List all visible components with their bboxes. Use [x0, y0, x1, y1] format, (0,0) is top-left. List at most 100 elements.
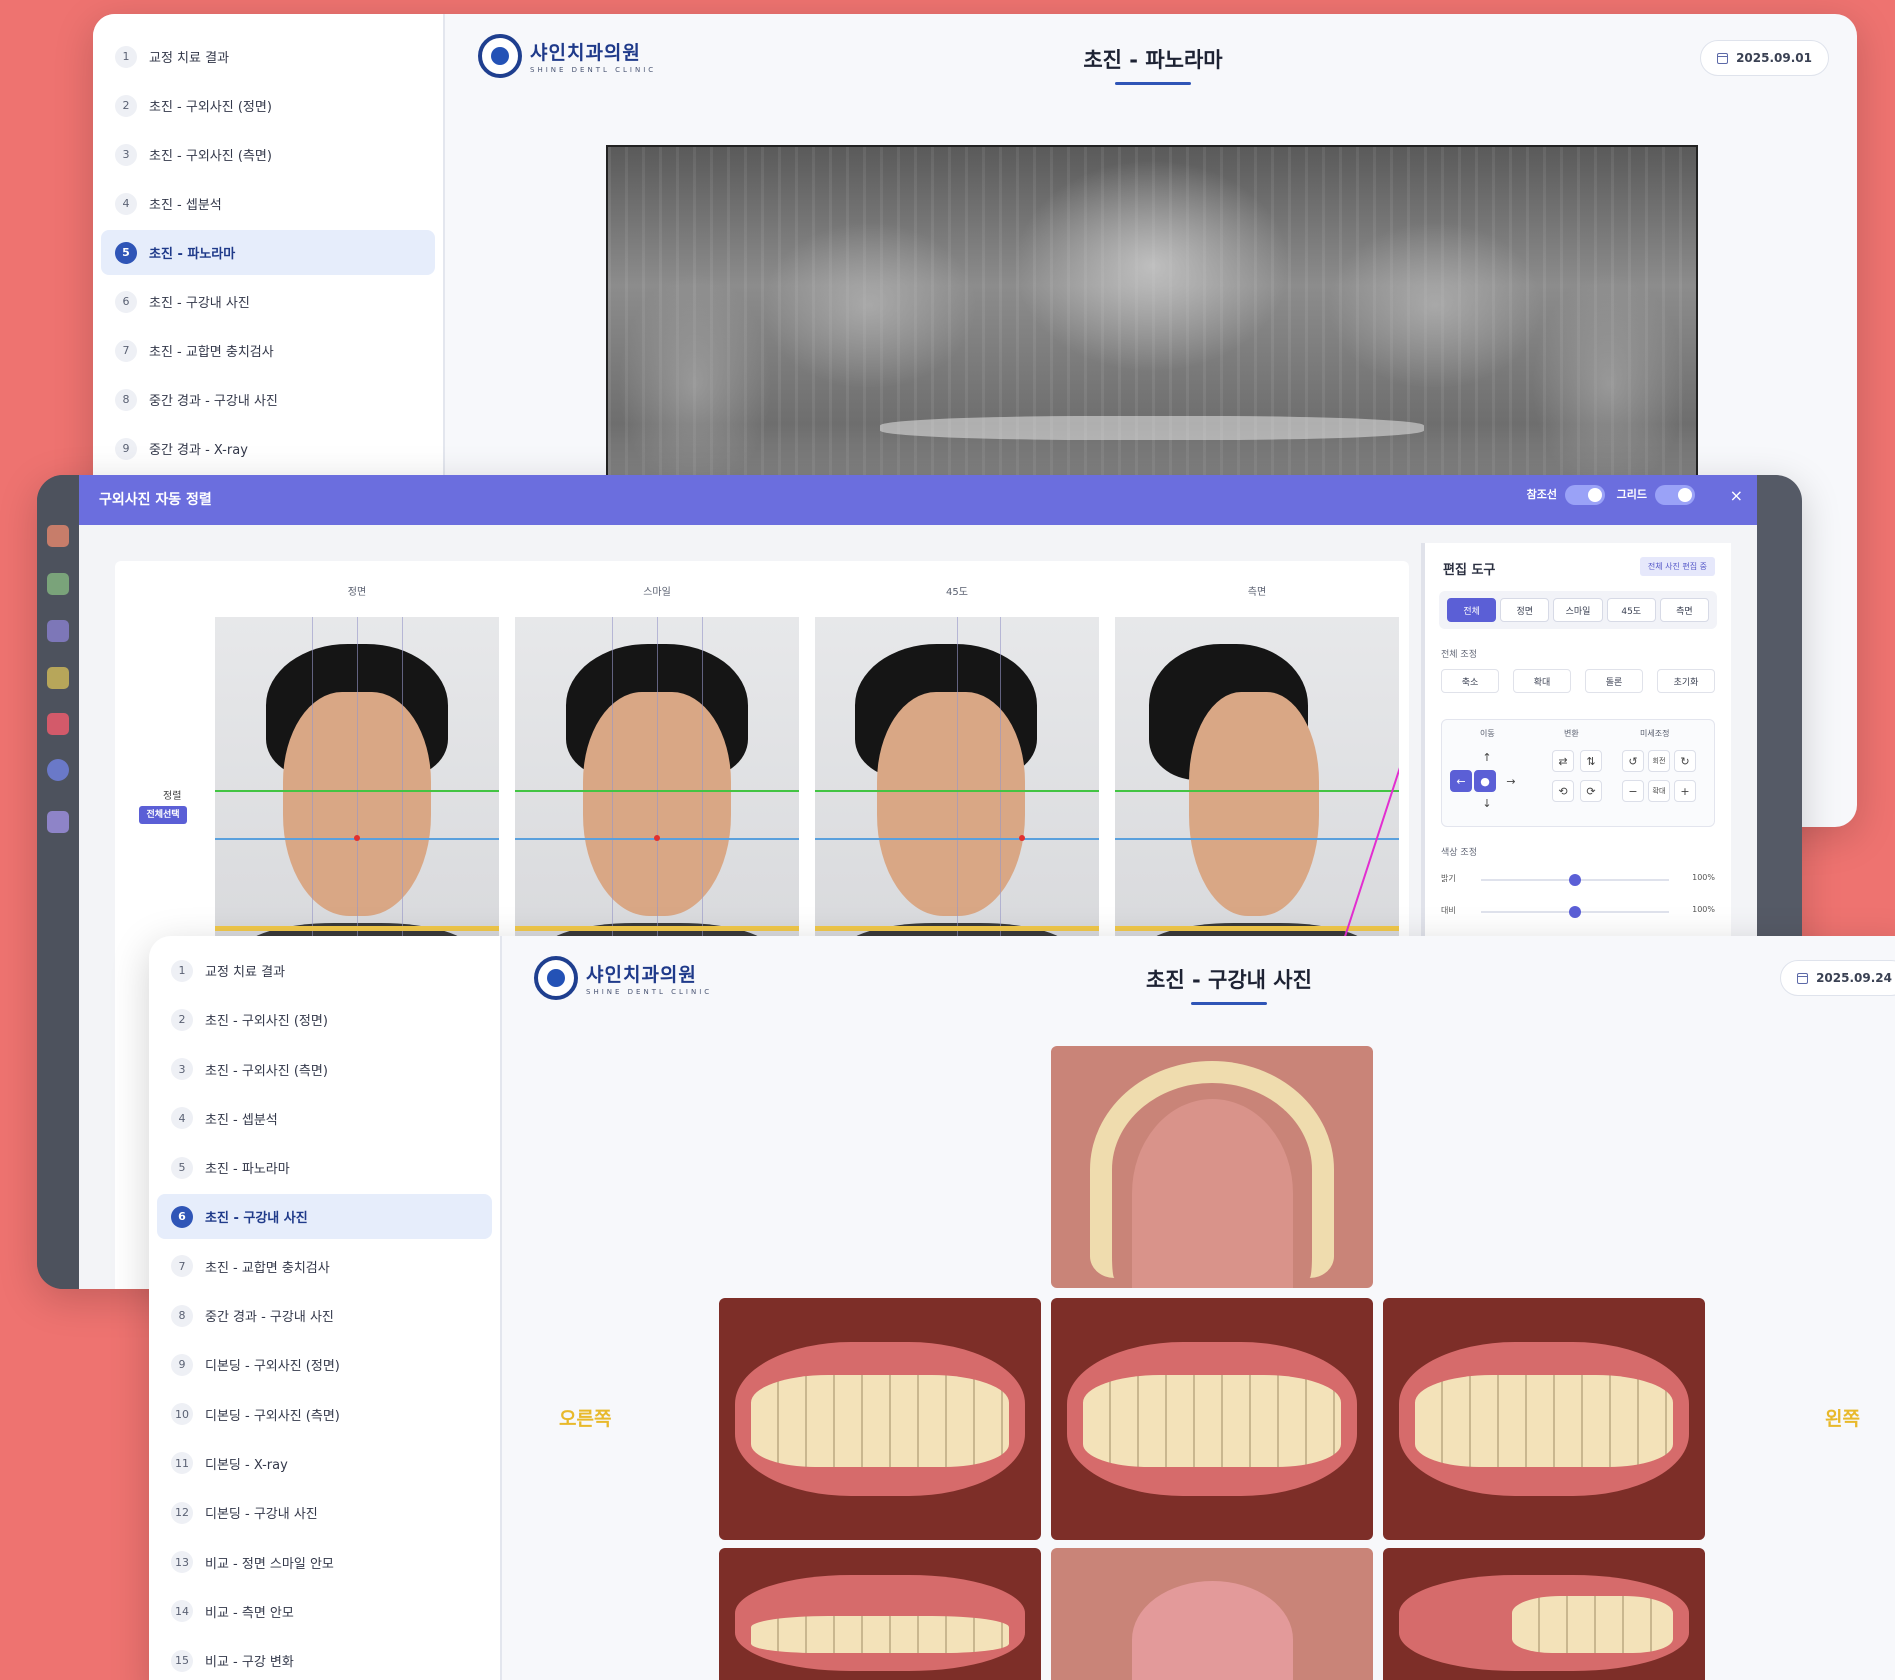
- sidebar-item-2[interactable]: 2 초진 - 구외사진 (정면): [157, 997, 492, 1042]
- page-title: 초진 - 파노라마: [1053, 44, 1253, 85]
- tab-smile[interactable]: 스마일: [1553, 598, 1603, 622]
- book-icon[interactable]: [47, 811, 69, 833]
- fine-plus-icon[interactable]: +: [1674, 780, 1696, 802]
- face-photo-side[interactable]: [1115, 617, 1399, 957]
- date-badge[interactable]: 2025.09.24: [1780, 960, 1895, 996]
- photo-frontal[interactable]: [1051, 1298, 1373, 1540]
- select-all-button[interactable]: 전체선택: [139, 806, 187, 824]
- flip-vertical-icon[interactable]: ⇅: [1580, 750, 1602, 772]
- sidebar-item-6[interactable]: 6 초진 - 구강내 사진: [157, 1194, 492, 1240]
- sidebar-item-3[interactable]: 3 초진 - 구외사진 (측면): [101, 132, 435, 177]
- arrow-up-icon[interactable]: ↑: [1476, 746, 1498, 768]
- rotate-button[interactable]: 돌론: [1585, 669, 1643, 693]
- gear-icon[interactable]: [47, 759, 69, 781]
- sidebar-item-number: 10: [171, 1403, 193, 1426]
- sidebar-item-4[interactable]: 4 초진 - 셉분석: [101, 181, 435, 226]
- sidebar-item-label: 디본딩 - 구외사진 (정면): [205, 1359, 340, 1375]
- sidebar-item-number: 2: [171, 1008, 193, 1031]
- sidebar-item-2[interactable]: 2 초진 - 구외사진 (정면): [101, 83, 435, 128]
- sidebar-item-label: 초진 - 교합면 충치검사: [149, 345, 274, 360]
- sidebar-item-label: 초진 - 파노라마: [205, 1162, 290, 1178]
- sidebar-item-number: 9: [171, 1353, 193, 1376]
- photo-right-buccal[interactable]: [719, 1298, 1041, 1540]
- sidebar-item-3[interactable]: 3 초진 - 구외사진 (측면): [157, 1047, 492, 1092]
- arrow-right-icon[interactable]: →: [1500, 770, 1522, 792]
- schedule-icon[interactable]: [47, 713, 69, 735]
- zoom-out-button[interactable]: 축소: [1441, 669, 1499, 693]
- sidebar-item-label: 교정 치료 결과: [205, 965, 286, 980]
- sidebar-item-label: 비교 - 측면 안모: [205, 1605, 294, 1621]
- face-photo-front[interactable]: [215, 617, 499, 957]
- sidebar-item-10[interactable]: 10 디본딩 - 구외사진 (측면): [157, 1392, 492, 1437]
- fine-rotate-left-icon[interactable]: ↺: [1622, 750, 1644, 772]
- photo-upper-occlusal[interactable]: [1051, 1046, 1373, 1288]
- sidebar-item-8[interactable]: 8 중간 경과 - 구강내 사진: [157, 1293, 492, 1338]
- sidebar-item-label: 초진 - 셉분석: [149, 198, 222, 213]
- sidebar-item-label: 교정 치료 결과: [149, 51, 230, 66]
- page-title: 초진 - 구강내 사진: [1109, 964, 1349, 1005]
- brightness-slider[interactable]: 밝기 100%: [1441, 873, 1715, 887]
- sidebar-item-7[interactable]: 7 초진 - 교합면 충치검사: [101, 328, 435, 373]
- reference-toggle[interactable]: [1565, 485, 1605, 505]
- sidebar: 1 교정 치료 결과 2 초진 - 구외사진 (정면) 3 초진 - 구외사진 (측면) 4…: [149, 936, 502, 1680]
- photo-left-buccal[interactable]: [1383, 1298, 1705, 1540]
- users-icon[interactable]: [47, 667, 69, 689]
- sidebar-item-label: 디본딩 - 구강내 사진: [205, 1507, 318, 1523]
- tab-side[interactable]: 측면: [1659, 598, 1710, 622]
- sidebar-item-15[interactable]: 15 비교 - 구강 변화: [157, 1638, 492, 1680]
- sidebar-item-9[interactable]: 9 중간 경과 - X-ray: [101, 426, 435, 471]
- fine-rotate-button[interactable]: 회전: [1648, 750, 1670, 772]
- sidebar-item-1[interactable]: 1 교정 치료 결과: [157, 948, 492, 993]
- photo-side-closeup[interactable]: [1383, 1548, 1705, 1680]
- sidebar-item-11[interactable]: 11 디본딩 - X-ray: [157, 1441, 492, 1486]
- date-badge[interactable]: 2025.09.01: [1700, 40, 1829, 76]
- face-photo-smile[interactable]: [515, 617, 799, 957]
- logo-name: 샤인치과의원: [530, 42, 641, 64]
- arrow-down-icon[interactable]: ↓: [1476, 792, 1498, 814]
- tab-45[interactable]: 45도: [1606, 598, 1656, 622]
- view-label-front: 정면: [347, 587, 367, 598]
- sidebar-item-number: 3: [115, 143, 137, 166]
- sidebar-item-13[interactable]: 13 비교 - 정면 스마일 안모: [157, 1540, 492, 1585]
- chart-icon[interactable]: [47, 573, 69, 595]
- center-dot-icon[interactable]: ●: [1474, 770, 1496, 792]
- tab-front[interactable]: 정면: [1500, 598, 1550, 622]
- right-side-label: 오른쪽: [559, 1408, 612, 1430]
- photo-upper-anterior[interactable]: [719, 1548, 1041, 1680]
- photo-lower-occlusal[interactable]: [1051, 1548, 1373, 1680]
- sidebar-item-7[interactable]: 7 초진 - 교합면 충치검사: [157, 1244, 492, 1289]
- close-icon[interactable]: ×: [1730, 486, 1743, 505]
- clinic-logo: 샤인치과의원 SHINE DENTL CLINIC: [534, 956, 712, 1000]
- face-photo-45[interactable]: [815, 617, 1099, 957]
- sidebar-item-1[interactable]: 1 교정 치료 결과: [101, 34, 435, 79]
- fine-rotate-right-icon[interactable]: ↻: [1674, 750, 1696, 772]
- grid-toggle[interactable]: [1655, 485, 1695, 505]
- contrast-slider[interactable]: 대비 100%: [1441, 905, 1715, 919]
- align-label: 정렬: [163, 791, 182, 802]
- sidebar-item-label: 디본딩 - 구외사진 (측면): [205, 1408, 340, 1424]
- sidebar-item-5[interactable]: 5 초진 - 파노라마: [157, 1145, 492, 1190]
- edit-status-badge: 전체 사진 편집 중: [1639, 557, 1715, 576]
- sidebar-item-12[interactable]: 12 디본딩 - 구강내 사진: [157, 1490, 492, 1535]
- fine-zoom-button[interactable]: 확대: [1648, 780, 1670, 802]
- calendar-icon[interactable]: [47, 525, 69, 547]
- sidebar-item-5[interactable]: 5 초진 - 파노라마: [101, 230, 435, 275]
- sidebar-item-4[interactable]: 4 초진 - 셉분석: [157, 1096, 492, 1141]
- move-transform-box: 이동 변환 미세조정 ↑ ← ● → ↓ ⇄ ⇅ ⟲ ⟳ ↺ 회전 ↻ − 확대…: [1441, 719, 1715, 827]
- flip-horizontal-icon[interactable]: ⇄: [1552, 750, 1574, 772]
- arrow-left-icon[interactable]: ←: [1450, 770, 1472, 792]
- document-icon[interactable]: [47, 620, 69, 642]
- tab-all[interactable]: 전체: [1447, 598, 1497, 622]
- zoom-in-button[interactable]: 확대: [1513, 669, 1571, 693]
- rotate-left-icon[interactable]: ⟲: [1552, 780, 1574, 802]
- rotate-right-icon[interactable]: ⟳: [1580, 780, 1602, 802]
- sidebar-item-number: 6: [171, 1205, 193, 1228]
- grid-toggle-label: 그리드: [1616, 488, 1647, 501]
- sidebar-item-6[interactable]: 6 초진 - 구강내 사진: [101, 279, 435, 324]
- sidebar-item-label: 초진 - 구강내 사진: [149, 296, 250, 311]
- sidebar-item-14[interactable]: 14 비교 - 측면 안모: [157, 1589, 492, 1634]
- sidebar-item-8[interactable]: 8 중간 경과 - 구강내 사진: [101, 377, 435, 422]
- reset-button[interactable]: 초기화: [1657, 669, 1715, 693]
- fine-minus-icon[interactable]: −: [1622, 780, 1644, 802]
- sidebar-item-9[interactable]: 9 디본딩 - 구외사진 (정면): [157, 1342, 492, 1387]
